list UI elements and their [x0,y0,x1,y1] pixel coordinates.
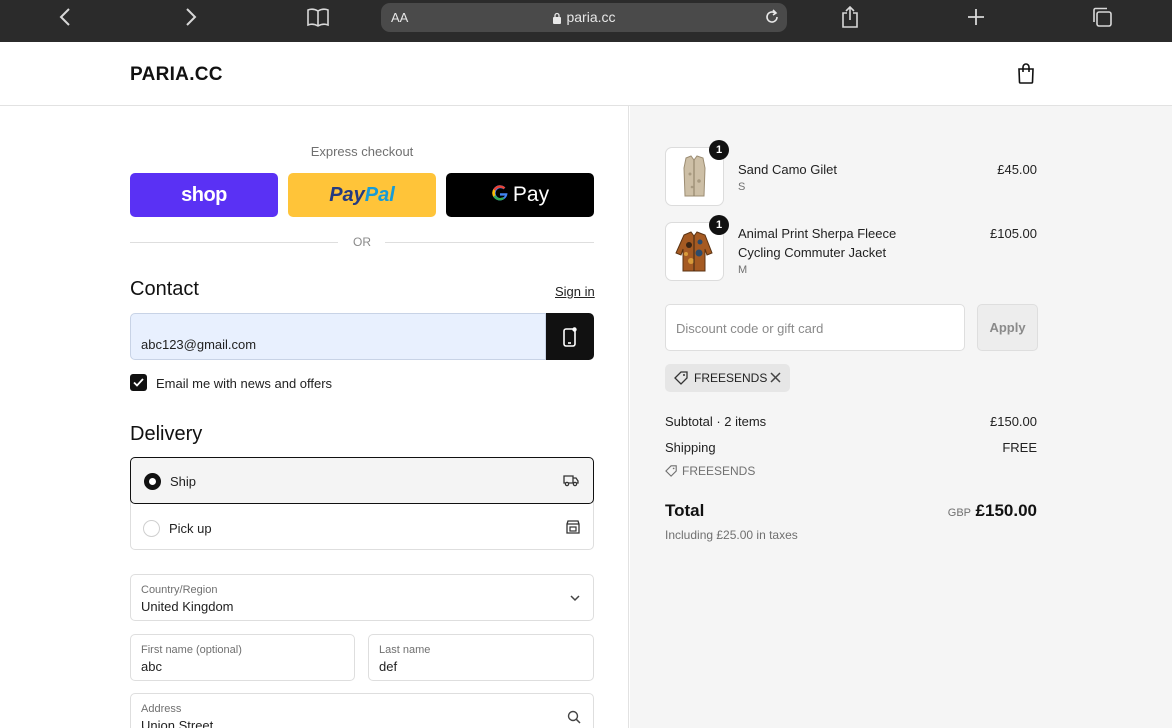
delivery-option-pickup[interactable]: Pick up [130,505,594,552]
subtotal-value: £150.00 [990,414,1037,429]
contact-heading: Contact [130,278,199,300]
express-checkout-title: Express checkout [310,144,414,159]
ship-radio[interactable] [144,473,161,490]
item-name: Sand Camo Gilet [738,162,837,177]
product-thumbnail: 1 [665,215,729,281]
product-thumbnail: 1 [665,140,729,206]
address-field[interactable]: Address Union Street [130,693,594,728]
truck-icon [562,472,580,493]
google-g-icon [491,182,509,208]
shipping-discount: FREESENDS [665,464,755,478]
browser-toolbar: AA paria.cc [0,0,1172,42]
tag-icon [674,371,689,390]
or-divider: OR [130,234,594,250]
site-header: PARIA.CC [0,42,1172,106]
quantity-badge: 1 [709,140,729,160]
check-icon [133,378,144,387]
country-select[interactable]: Country/Region United Kingdom [130,574,594,621]
store-logo[interactable]: PARIA.CC [130,64,223,86]
item-variant: M [738,264,748,276]
store-icon [565,519,581,540]
email-field[interactable]: abc123@gmail.com [130,313,546,360]
total-label: Total [665,501,705,520]
google-pay-button[interactable]: Pay [446,173,594,217]
discount-code-input[interactable]: Discount code or gift card [665,304,965,351]
url-text: paria.cc [566,9,616,25]
shop-pay-button[interactable]: shop [130,173,278,217]
shipping-value: FREE [1002,440,1037,455]
shop-login-button[interactable] [546,313,594,360]
last-name-field[interactable]: Last name def [368,634,594,681]
apply-discount-button[interactable]: Apply [977,304,1038,351]
delivery-method-group: Ship Pick up [130,457,594,550]
forward-icon[interactable] [175,5,207,29]
chevron-down-icon [569,590,581,608]
item-price: £105.00 [990,226,1037,241]
newsletter-checkbox[interactable] [130,374,147,391]
currency-code: GBP [947,507,971,519]
item-name: Animal Print Sherpa Fleece Cycling Commu… [738,226,897,260]
first-name-field[interactable]: First name (optional) abc [130,634,355,681]
paypal-button[interactable]: Pay Pal [288,173,436,217]
share-icon[interactable] [834,5,866,29]
delivery-heading: Delivery [130,423,203,445]
sign-in-link[interactable]: Sign in [555,284,595,299]
item-price: £45.00 [997,162,1037,177]
cart-bag-icon[interactable] [1016,63,1036,89]
back-icon[interactable] [49,5,81,29]
newsletter-label: Email me with news and offers [156,376,333,391]
quantity-badge: 1 [709,215,729,235]
tax-note: Including £25.00 in taxes [665,528,798,542]
tabs-icon[interactable] [1086,5,1118,29]
order-summary: 1 Sand Camo Gilet S £45.00 1 Animal Prin… [630,106,1172,728]
tag-icon [665,465,677,477]
bookmarks-icon[interactable] [302,5,334,29]
new-tab-icon[interactable] [960,5,992,29]
address-bar[interactable]: AA paria.cc [381,3,787,32]
checkout-form: Express checkout shop Pay Pal Pay OR Cont… [0,106,629,728]
pickup-radio[interactable] [143,520,160,537]
lock-icon [553,12,562,24]
subtotal-label: Subtotal · 2 items [665,414,767,429]
remove-discount-close-icon[interactable] [769,371,782,389]
shipping-label: Shipping [665,440,716,455]
mobile-phone-icon [563,326,577,347]
delivery-option-ship[interactable]: Ship [130,457,594,504]
search-icon [567,710,581,728]
total-value: £150.00 [975,501,1037,520]
applied-discount-tag: FREESENDS [665,364,790,392]
item-variant: S [738,181,746,193]
reload-icon[interactable] [763,8,781,31]
